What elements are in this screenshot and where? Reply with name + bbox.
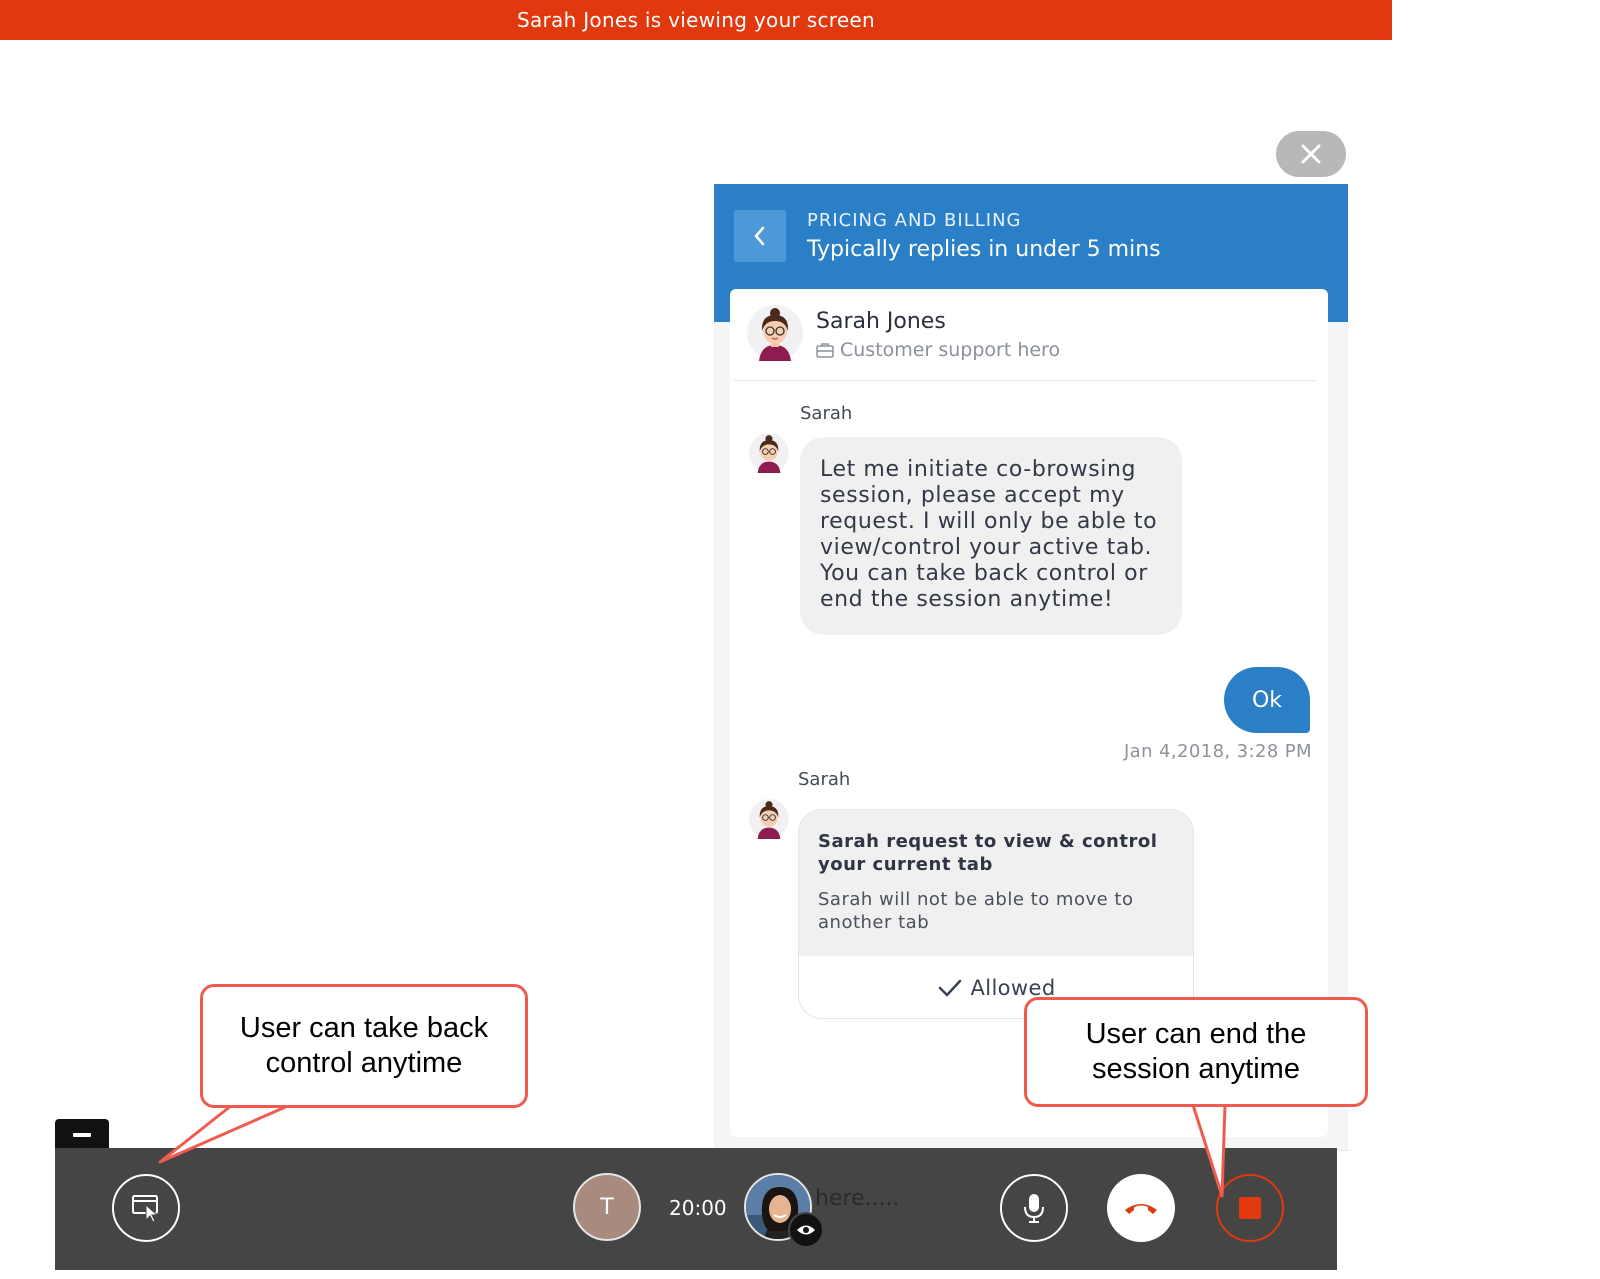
microphone-button[interactable] <box>1000 1174 1068 1242</box>
message-timestamp: Jan 4,2018, 3:28 PM <box>1123 741 1312 762</box>
agent-role-text: Customer support hero <box>840 339 1061 361</box>
request-description: Sarah will not be able to move to anothe… <box>818 889 1134 933</box>
cobrowse-request-card: Sarah request to view & control your cur… <box>798 809 1194 1019</box>
callout-left-text: User can take back control anytime <box>239 1012 489 1079</box>
banner-text: Sarah Jones is viewing your screen <box>516 8 876 32</box>
request-title: Sarah request to view & control your cur… <box>818 831 1158 875</box>
session-timer: 20:00 <box>669 1196 727 1220</box>
chevron-left-icon <box>754 226 765 246</box>
cobrowse-toolbar: T 20:00 here..... <box>55 1148 1337 1270</box>
composer-placeholder: here..... <box>815 1186 900 1211</box>
viewing-badge <box>788 1212 824 1248</box>
screen-sharing-banner: Sarah Jones is viewing your screen <box>0 0 1392 40</box>
take-control-icon <box>132 1195 159 1223</box>
callout-right-text: User can end the session anytime <box>1085 1018 1307 1085</box>
agent-avatar <box>747 305 803 361</box>
eye-icon <box>797 1225 815 1235</box>
request-body: Sarah request to view & control your cur… <box>799 810 1193 956</box>
callout-end-session: User can end the session anytime <box>1024 997 1368 1107</box>
agent-role: Customer support hero <box>816 339 1060 361</box>
agent-message-bubble: Let me initiate co-browsing session, ple… <box>800 437 1182 635</box>
stop-icon <box>1239 1197 1261 1219</box>
stop-session-button[interactable] <box>1216 1174 1284 1242</box>
minimize-toolbar-button[interactable] <box>55 1119 109 1151</box>
user-message-bubble: Ok <box>1224 667 1310 733</box>
agent-avatar-small <box>749 799 789 839</box>
hang-up-icon <box>1125 1204 1157 1214</box>
team-name: PRICING AND BILLING <box>807 210 1022 231</box>
message-sender: Sarah <box>800 403 853 424</box>
close-icon <box>1301 144 1321 164</box>
checkmark-icon <box>939 979 962 997</box>
end-call-button[interactable] <box>1107 1174 1175 1242</box>
agent-name: Sarah Jones <box>816 309 946 334</box>
message-sender: Sarah <box>798 769 851 790</box>
participant-avatar: T <box>573 1173 641 1241</box>
briefcase-icon <box>816 343 834 358</box>
callout-take-back-control: User can take back control anytime <box>200 984 528 1108</box>
back-button[interactable] <box>734 210 786 262</box>
reply-time: Typically replies in under 5 mins <box>807 237 1161 262</box>
close-widget-button[interactable] <box>1276 131 1346 177</box>
agent-avatar-small <box>749 433 789 473</box>
divider <box>734 380 1316 381</box>
take-back-control-button[interactable] <box>112 1174 180 1242</box>
microphone-icon <box>1024 1194 1044 1223</box>
